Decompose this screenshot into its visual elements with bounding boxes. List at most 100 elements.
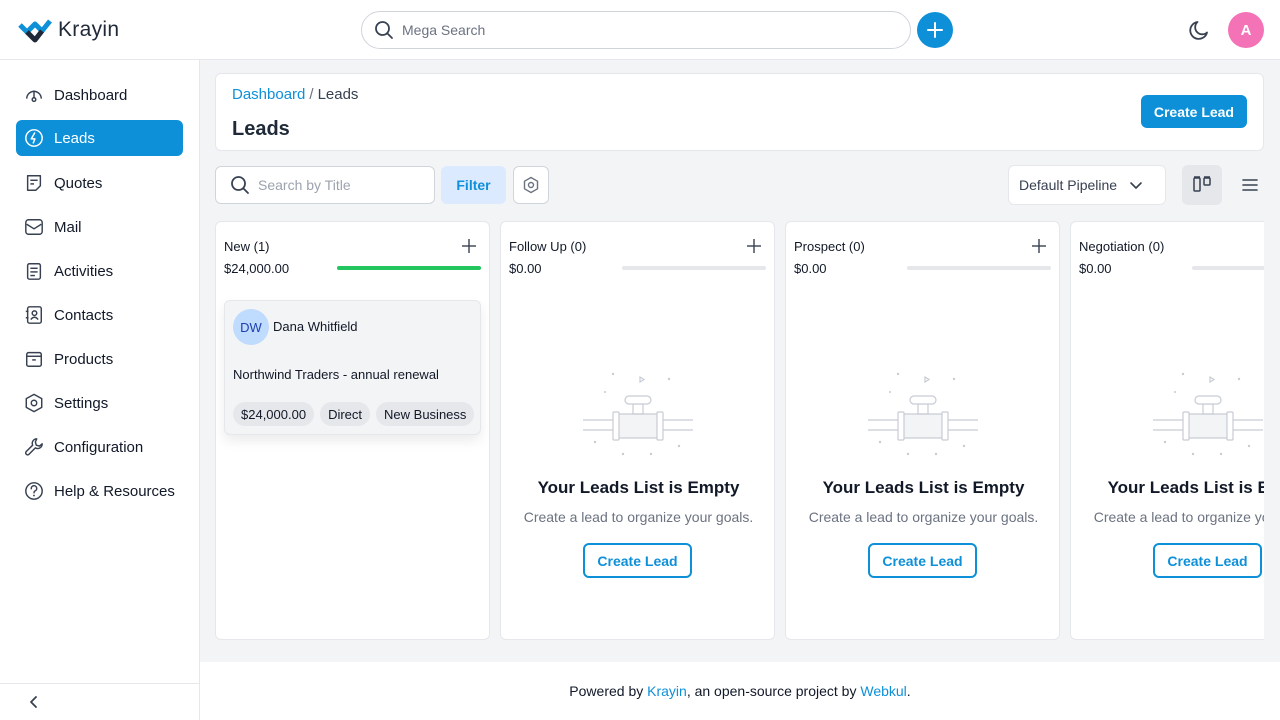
filter-button[interactable]: Filter — [441, 166, 506, 204]
plus-icon — [747, 239, 761, 253]
quotes-icon — [24, 173, 44, 193]
lead-value-tag: $24,000.00 — [233, 402, 315, 426]
lead-person-name: Dana Whitfield — [273, 319, 358, 334]
sidebar-item-leads[interactable]: Leads — [16, 120, 183, 156]
empty-create-lead-button[interactable]: Create Lead — [868, 543, 977, 578]
stage-title: Negotiation (0) — [1079, 239, 1165, 254]
breadcrumb-current: Leads — [317, 86, 359, 103]
lead-type-tag: New Business — [376, 402, 475, 426]
collapse-sidebar-button[interactable] — [26, 694, 42, 715]
empty-create-lead-button[interactable]: Create Lead — [1153, 543, 1262, 578]
webkul-link[interactable]: Webkul — [860, 683, 906, 699]
activities-icon — [24, 261, 44, 281]
stage-title: Follow Up (0) — [509, 239, 587, 254]
empty-pipe-illustration-icon — [1153, 370, 1263, 465]
breadcrumb: Dashboard / Leads — [232, 86, 358, 103]
pipeline-select-value: Default Pipeline — [1019, 177, 1118, 193]
lead-search[interactable] — [215, 166, 435, 204]
breadcrumb-dashboard-link[interactable]: Dashboard — [232, 86, 305, 103]
stage-amount: $24,000.00 — [224, 261, 290, 276]
lead-tags: $24,000.00 Direct New Business — [233, 402, 475, 426]
visibility-button[interactable] — [513, 166, 549, 204]
moon-icon — [1189, 21, 1208, 40]
krayin-link[interactable]: Krayin — [647, 683, 687, 699]
sidebar-item-label: Configuration — [54, 438, 144, 456]
empty-state-title: Your Leads List is Empty — [537, 478, 740, 497]
plus-icon — [462, 239, 476, 253]
settings-icon — [24, 393, 44, 413]
mail-icon — [24, 217, 44, 237]
kanban-view-button[interactable] — [1182, 165, 1222, 205]
stage-progress-bar — [1192, 266, 1264, 270]
pipeline-select[interactable]: Default Pipeline — [1008, 165, 1166, 205]
user-avatar[interactable]: A — [1228, 12, 1264, 48]
sidebar-item-label: Help & Resources — [54, 482, 175, 500]
stage-progress-bar — [907, 266, 1051, 270]
empty-state-subtitle: Create a lead to organize your goals. — [808, 509, 1039, 525]
search-icon — [231, 176, 249, 194]
sidebar-item-help[interactable]: Help & Resources — [16, 473, 183, 509]
sidebar-item-mail[interactable]: Mail — [16, 209, 183, 245]
stage-amount: $0.00 — [509, 261, 542, 276]
leads-icon — [24, 128, 44, 148]
stage-title: Prospect (0) — [794, 239, 865, 254]
stage-progress-bar — [622, 266, 766, 270]
empty-pipe-illustration-icon — [868, 370, 978, 465]
kanban-board: New (1) $24,000.00 DW Dana Whitfield Nor… — [215, 221, 1264, 641]
stage-amount: $0.00 — [794, 261, 827, 276]
stage-column-negotiation: Negotiation (0) $0.00 Your Leads List is… — [1070, 221, 1264, 640]
sidebar-item-products[interactable]: Products — [16, 341, 183, 377]
sidebar-item-label: Quotes — [54, 174, 103, 192]
empty-create-lead-button[interactable]: Create Lead — [583, 543, 692, 578]
mega-search[interactable] — [361, 11, 911, 49]
eye-icon — [523, 176, 539, 194]
plus-icon — [1032, 239, 1046, 253]
mega-search-input[interactable] — [402, 22, 882, 38]
quick-create-button[interactable] — [917, 12, 953, 48]
sidebar-item-label: Products — [54, 350, 114, 368]
plus-icon — [927, 22, 943, 38]
lead-title: Northwind Traders - annual renewal — [233, 367, 439, 382]
krayin-logo-icon — [18, 19, 52, 43]
stage-progress-fill — [337, 266, 481, 270]
products-icon — [24, 349, 44, 369]
dashboard-icon — [24, 85, 44, 105]
empty-state-title: Your Leads List is Empty — [822, 478, 1025, 497]
kanban-icon — [1193, 176, 1211, 192]
stage-progress-bar — [337, 266, 481, 270]
sidebar-item-label: Leads — [54, 129, 95, 147]
footer-suffix: . — [906, 683, 911, 699]
empty-state-subtitle: Create a lead to organize your goals. — [1093, 509, 1264, 525]
stage-column-follow-up: Follow Up (0) $0.00 Your Leads List is E… — [500, 221, 775, 640]
chevron-left-icon — [30, 696, 37, 708]
sidebar-item-label: Activities — [54, 262, 114, 280]
list-view-button[interactable] — [1230, 165, 1270, 205]
sidebar-item-label: Mail — [54, 218, 82, 236]
create-lead-button[interactable]: Create Lead — [1140, 95, 1247, 128]
footer-middle: , an open-source project by — [686, 683, 861, 699]
sidebar-item-configuration[interactable]: Configuration — [16, 429, 183, 465]
logo[interactable]: Krayin — [18, 17, 119, 43]
sidebar-item-label: Contacts — [54, 306, 114, 324]
empty-pipe-illustration-icon — [583, 370, 693, 465]
chevron-down-icon — [1130, 182, 1142, 189]
help-icon — [24, 481, 44, 501]
lead-card[interactable]: DW Dana Whitfield Northwind Traders - an… — [224, 300, 481, 435]
sidebar: Dashboard Leads Quotes Mail Activities C… — [0, 60, 200, 720]
sidebar-footer — [0, 683, 200, 720]
sidebar-item-activities[interactable]: Activities — [16, 253, 183, 289]
add-lead-to-stage-button[interactable] — [461, 238, 477, 259]
sidebar-item-quotes[interactable]: Quotes — [16, 165, 183, 201]
stage-amount: $0.00 — [1079, 261, 1112, 276]
sidebar-item-dashboard[interactable]: Dashboard — [16, 77, 183, 113]
sidebar-item-settings[interactable]: Settings — [16, 385, 183, 421]
dark-mode-toggle[interactable] — [1187, 17, 1213, 48]
add-lead-to-stage-button[interactable] — [1031, 238, 1047, 259]
wrench-icon — [24, 437, 44, 457]
search-icon — [375, 21, 393, 39]
list-icon — [1242, 179, 1258, 191]
footer-prefix: Powered by — [569, 683, 648, 699]
lead-search-input[interactable] — [258, 177, 428, 193]
sidebar-item-contacts[interactable]: Contacts — [16, 297, 183, 333]
add-lead-to-stage-button[interactable] — [746, 238, 762, 259]
